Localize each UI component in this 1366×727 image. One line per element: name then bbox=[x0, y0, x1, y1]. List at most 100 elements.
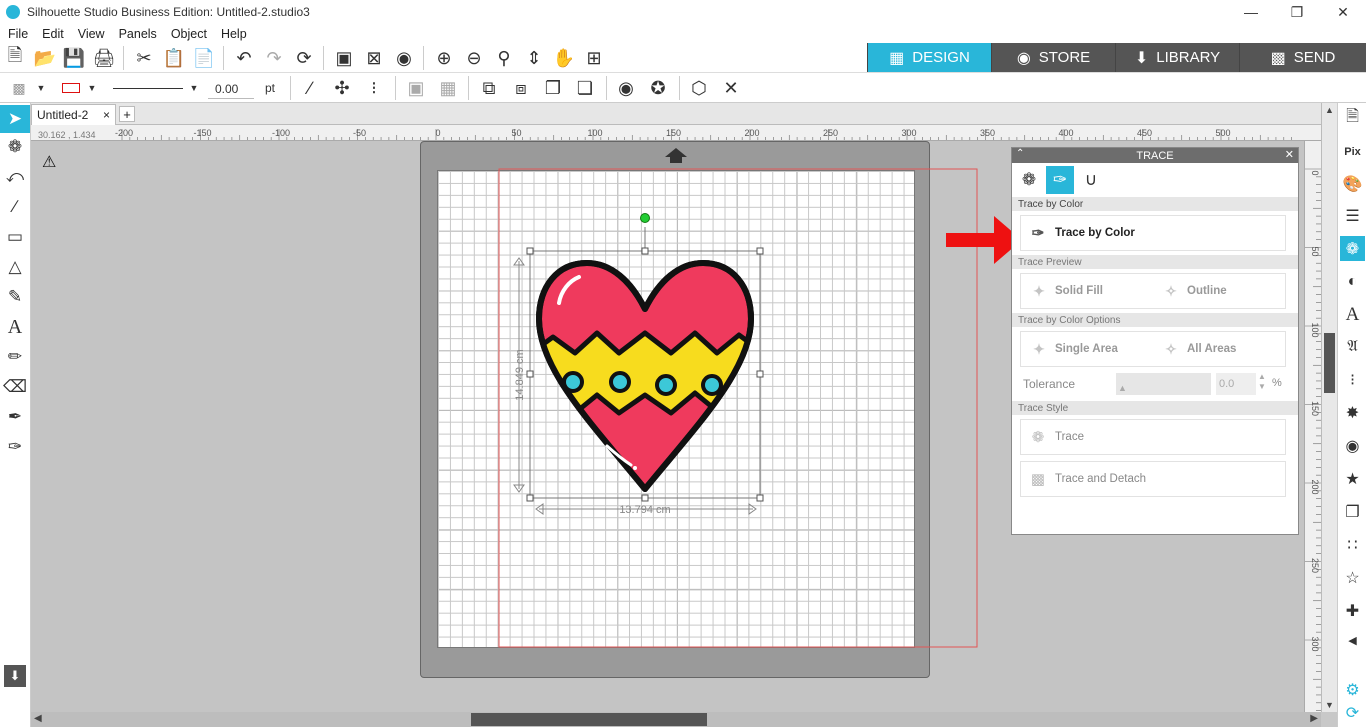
fit-to-page-icon[interactable]: ⇕ bbox=[523, 47, 545, 69]
line-width-input[interactable]: 0.00 bbox=[208, 79, 254, 99]
scroll-up-icon[interactable]: ▲ bbox=[1325, 105, 1334, 115]
edit-points-icon[interactable]: ❁ bbox=[3, 135, 27, 159]
text-style-icon[interactable]: A bbox=[1340, 302, 1365, 327]
new-file-icon[interactable]: 🗎 bbox=[4, 45, 26, 69]
line-draw-icon[interactable]: ∕ bbox=[3, 195, 27, 219]
menu-object[interactable]: Object bbox=[171, 27, 207, 41]
tolerance-slider[interactable]: ▲ bbox=[1116, 373, 1211, 395]
redo-icon[interactable]: ↷ bbox=[263, 47, 285, 69]
line-style-icon[interactable] bbox=[112, 77, 184, 99]
close-window-button[interactable]: ✕ bbox=[1320, 0, 1366, 24]
vertical-scroll-thumb[interactable] bbox=[1324, 333, 1335, 393]
tab-design[interactable]: ▦ DESIGN bbox=[867, 43, 991, 72]
star-outline-icon[interactable]: ☆ bbox=[1340, 565, 1365, 590]
add-tab-button[interactable]: + bbox=[119, 106, 135, 122]
curve-tool-icon[interactable]: ⤺ bbox=[3, 165, 27, 189]
polygon-tool-icon[interactable]: △ bbox=[3, 255, 27, 279]
puzzle-icon[interactable]: ✚ bbox=[1340, 598, 1365, 623]
zoom-select-icon[interactable]: ⚲ bbox=[493, 47, 515, 69]
tab-close-icon[interactable]: × bbox=[103, 108, 110, 122]
minimize-button[interactable]: — bbox=[1228, 0, 1274, 24]
trace-by-color-button[interactable]: ✑ Trace by Color bbox=[1020, 215, 1286, 251]
bring-forward-icon[interactable]: ⧉ bbox=[478, 77, 500, 99]
line-style-dropdown-icon[interactable]: ▼ bbox=[187, 77, 201, 99]
trace-panel-icon[interactable]: ❁ bbox=[1340, 236, 1365, 261]
bring-to-front-icon[interactable]: ❐ bbox=[542, 77, 564, 99]
line-color-dropdown-icon[interactable]: ▼ bbox=[85, 77, 99, 99]
rectangle-tool-icon[interactable]: ▭ bbox=[3, 225, 27, 249]
modify-icon[interactable]: ◉ bbox=[1340, 433, 1365, 458]
move-icon[interactable]: ✣ bbox=[331, 77, 353, 99]
trace-eyedropper-tab-icon[interactable]: ✑ bbox=[1046, 166, 1074, 194]
text-path-icon[interactable]: 𝔄 bbox=[1340, 334, 1365, 359]
menu-panels[interactable]: Panels bbox=[119, 27, 157, 41]
trace-outline-tab-icon[interactable]: ❁ bbox=[1015, 166, 1043, 194]
fill-dropdown-icon[interactable]: ▼ bbox=[34, 77, 48, 99]
scroll-right-icon[interactable]: ▶ bbox=[1310, 713, 1318, 724]
rotate-refresh-icon[interactable]: ⟳ bbox=[293, 47, 315, 69]
select-all-icon[interactable]: ▣ bbox=[333, 47, 355, 69]
rotate-handle[interactable] bbox=[640, 213, 650, 223]
save-icon[interactable]: 💾 bbox=[63, 47, 85, 69]
settings-gear-icon[interactable]: ⚙ bbox=[1340, 677, 1365, 702]
trace-and-detach-button[interactable]: ▩ Trace and Detach bbox=[1020, 461, 1286, 497]
pix-scan-icon[interactable]: Pix bbox=[1340, 139, 1365, 164]
pan-hand-icon[interactable]: ✋ bbox=[553, 47, 575, 69]
all-areas-button[interactable]: ✧ All Areas bbox=[1153, 332, 1285, 366]
eraser-tool-icon[interactable]: ⌫ bbox=[3, 375, 27, 399]
ungroup-icon[interactable]: ▦ bbox=[437, 77, 459, 99]
tab-send[interactable]: ▩ SEND bbox=[1239, 43, 1366, 72]
contrast-icon[interactable]: ◐ bbox=[1340, 269, 1365, 294]
zoom-in-icon[interactable]: ⊕ bbox=[433, 47, 455, 69]
scroll-down-icon[interactable]: ▼ bbox=[1325, 700, 1334, 710]
heart-artwork[interactable] bbox=[531, 260, 761, 492]
line-tool-icon[interactable]: ∕ bbox=[299, 77, 321, 99]
align-icon[interactable]: ⁝ bbox=[363, 77, 385, 99]
warning-icon[interactable]: ⚠ bbox=[42, 152, 56, 172]
zoom-out-icon[interactable]: ⊖ bbox=[463, 47, 485, 69]
replicate-icon[interactable]: ⬡ bbox=[688, 77, 710, 99]
trace-magnet-tab-icon[interactable]: ∪ bbox=[1077, 166, 1105, 194]
text-tool-icon[interactable]: A bbox=[3, 315, 27, 339]
replicate-panel-icon[interactable]: ❐ bbox=[1340, 499, 1365, 524]
group-icon[interactable]: ▣ bbox=[405, 77, 427, 99]
align-panel-icon[interactable]: ⁝ bbox=[1340, 367, 1365, 392]
fit-window-icon[interactable]: ⊞ bbox=[583, 47, 605, 69]
fill-pattern-icon[interactable]: ▩ bbox=[5, 77, 33, 99]
send-backward-icon[interactable]: ⧈ bbox=[510, 77, 532, 99]
menu-view[interactable]: View bbox=[78, 27, 105, 41]
undo-icon[interactable]: ↶ bbox=[233, 47, 255, 69]
single-area-button[interactable]: ✦ Single Area bbox=[1021, 332, 1153, 366]
horizontal-scroll-thumb[interactable] bbox=[471, 713, 707, 726]
vertical-scrollbar[interactable]: ▲ ▼ bbox=[1321, 103, 1337, 712]
menu-help[interactable]: Help bbox=[221, 27, 247, 41]
select-tool-icon[interactable]: ➤ bbox=[0, 105, 30, 133]
collapse-panels-icon[interactable]: ◀ bbox=[1340, 628, 1365, 653]
page-setup-icon[interactable]: 🗎 bbox=[1340, 106, 1365, 131]
offset-star-icon[interactable]: ✪ bbox=[647, 77, 669, 99]
weld-icon[interactable]: ◉ bbox=[615, 77, 637, 99]
color-palette-icon[interactable]: 🎨 bbox=[1340, 171, 1365, 196]
tolerance-input[interactable]: 0.0 bbox=[1216, 373, 1256, 395]
sketch-tool-icon[interactable]: ✏ bbox=[3, 345, 27, 369]
tab-store[interactable]: ◉ STORE bbox=[991, 43, 1115, 72]
line-color-icon[interactable] bbox=[58, 77, 84, 99]
trace-button[interactable]: ❁ Trace bbox=[1020, 419, 1286, 455]
knife-tool-icon[interactable]: ✒ bbox=[3, 405, 27, 429]
menu-edit[interactable]: Edit bbox=[42, 27, 64, 41]
cut-icon[interactable]: ✂ bbox=[133, 47, 155, 69]
tab-library[interactable]: ⬇ LIBRARY bbox=[1115, 43, 1239, 72]
library-download-icon[interactable]: ⬇ bbox=[4, 665, 26, 687]
open-folder-icon[interactable]: 📂 bbox=[34, 47, 56, 69]
horizontal-scrollbar[interactable]: ◀ ▶ bbox=[31, 712, 1321, 727]
transform-icon[interactable]: ✸ bbox=[1340, 400, 1365, 425]
menu-file[interactable]: File bbox=[8, 27, 28, 41]
offset-icon[interactable]: ★ bbox=[1340, 466, 1365, 491]
eyedropper-tool-icon[interactable]: ✑ bbox=[3, 435, 27, 459]
tab-untitled-2[interactable]: Untitled-2 × bbox=[31, 104, 116, 125]
send-to-back-icon[interactable]: ❏ bbox=[574, 77, 596, 99]
restore-button[interactable]: ❐ bbox=[1274, 0, 1320, 24]
select-by-color-icon[interactable]: ◉ bbox=[393, 47, 415, 69]
print-icon[interactable]: 🖨 bbox=[93, 47, 116, 69]
collapse-icon[interactable]: ⌃ bbox=[1016, 148, 1024, 159]
